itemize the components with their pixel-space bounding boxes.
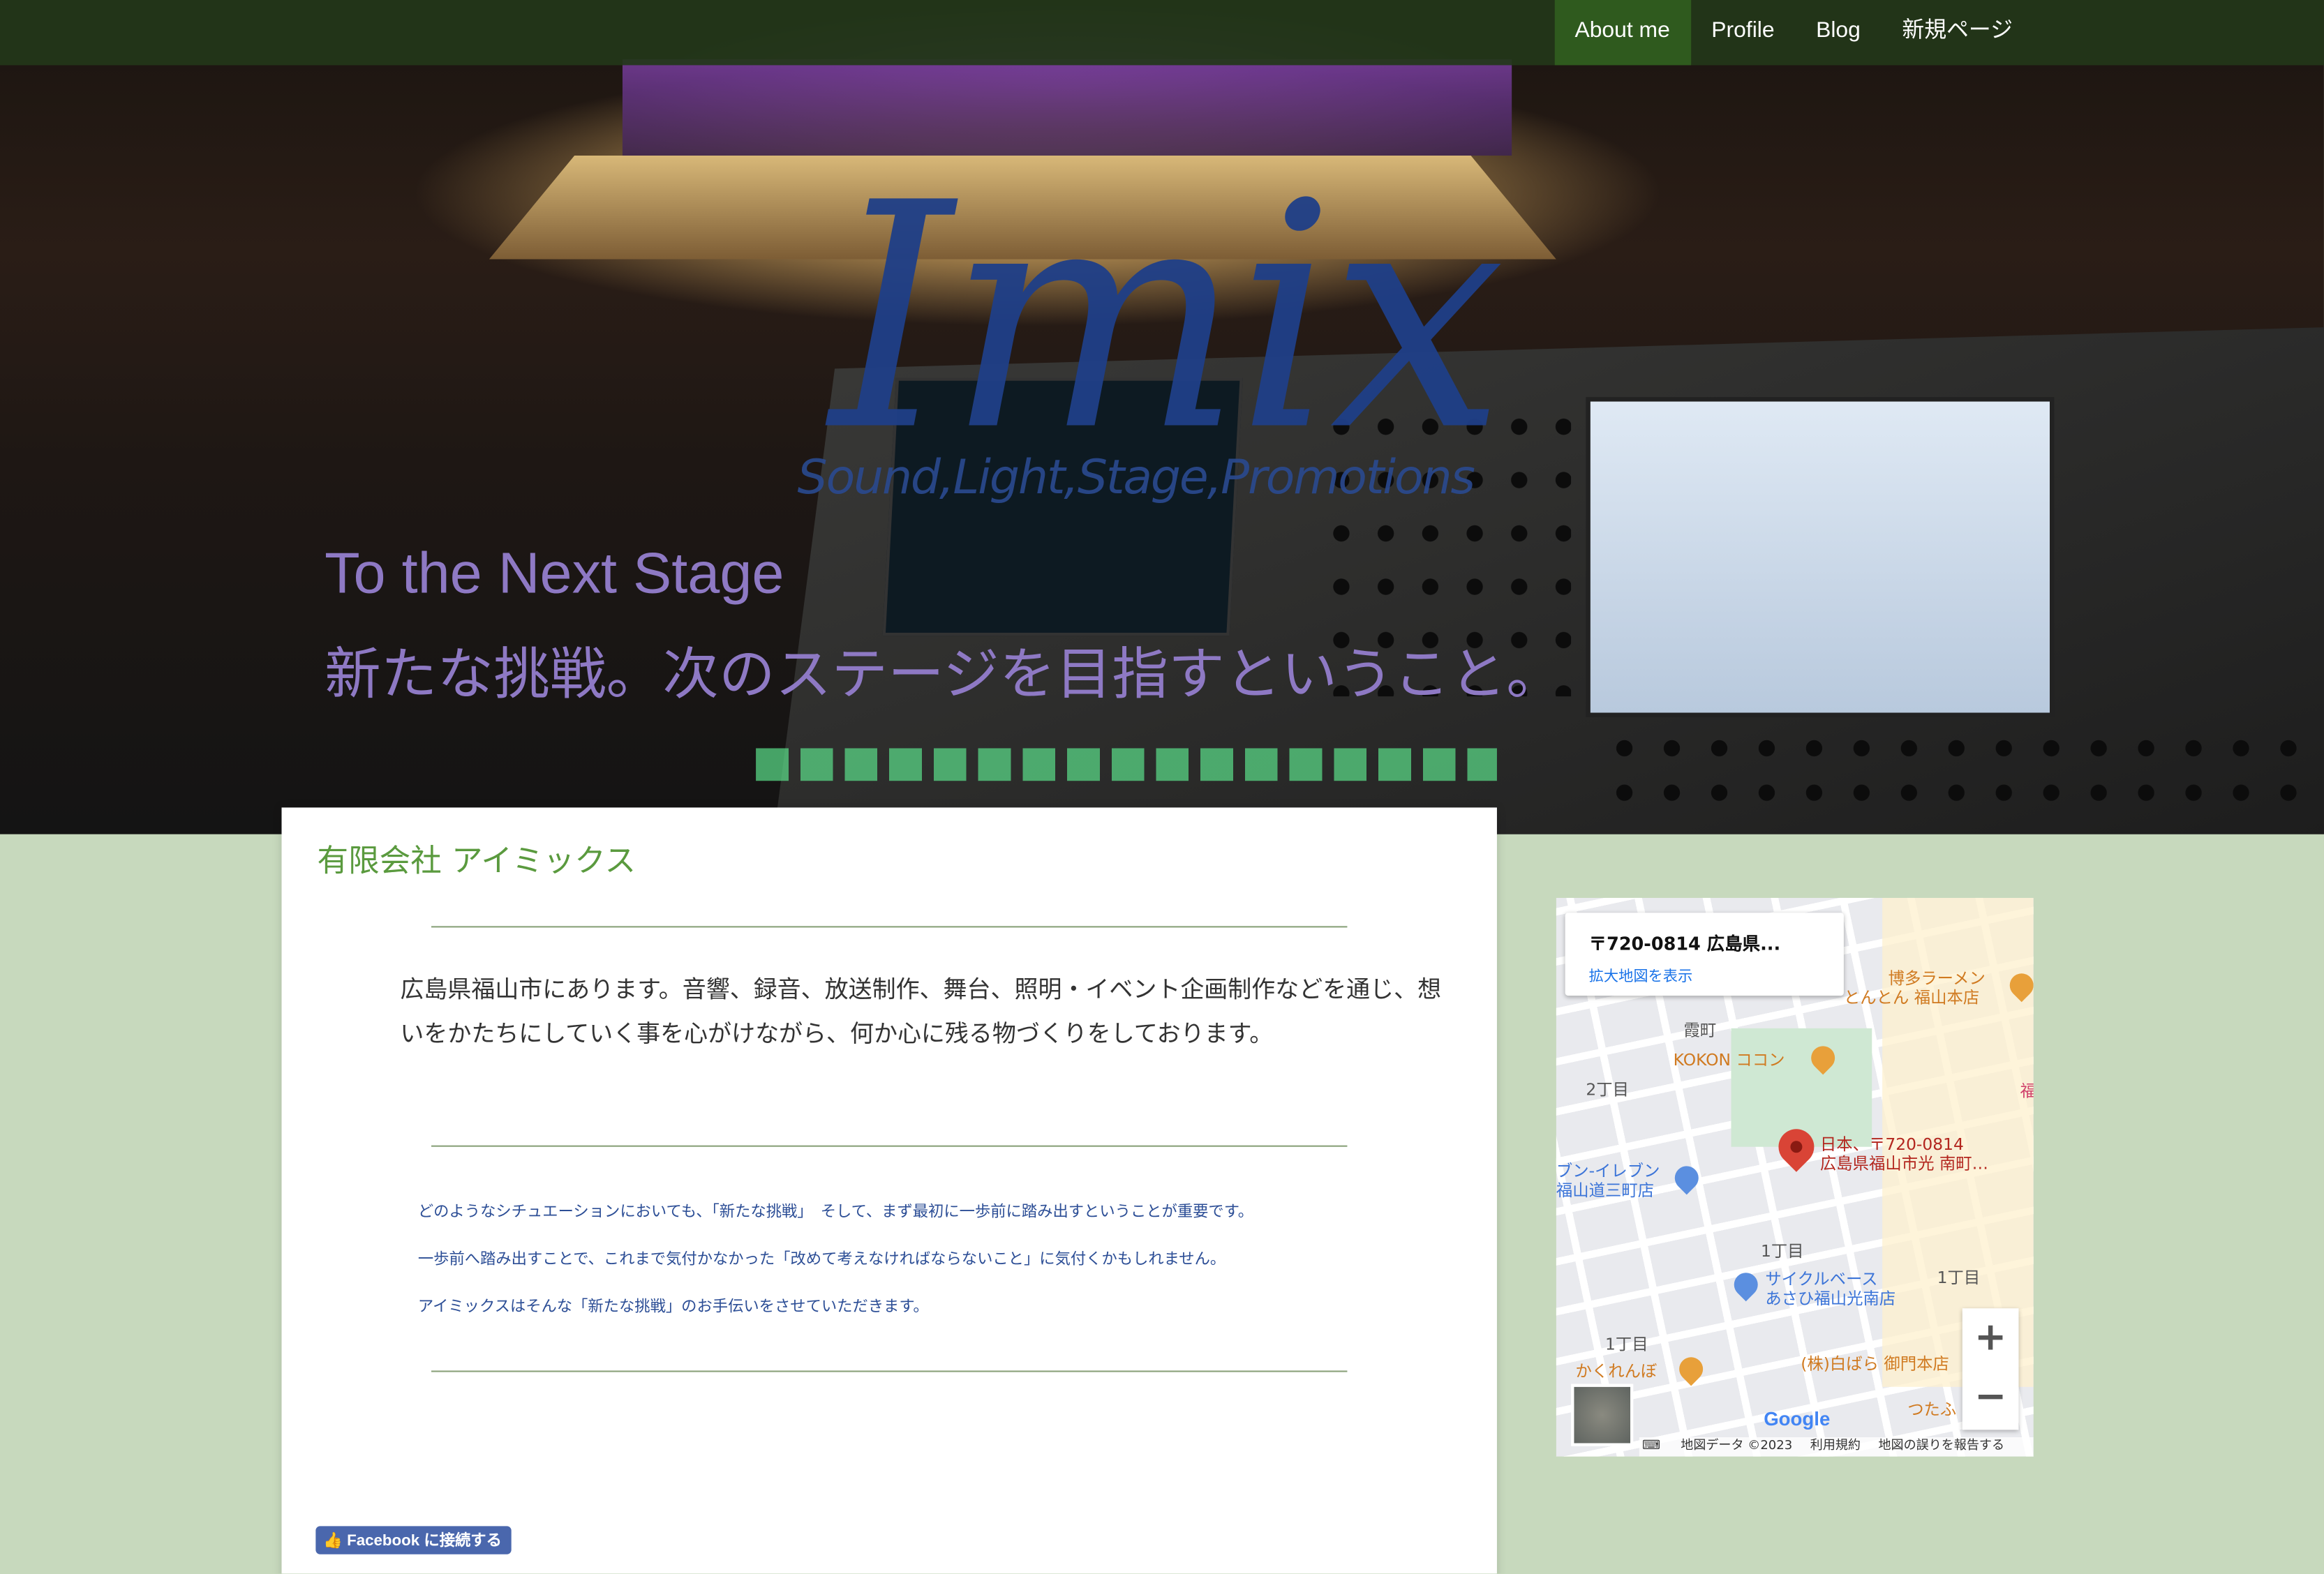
map-attribution: ⌨ 地図データ ©2023 利用規約 地図の誤りを報告する (1639, 1437, 2034, 1457)
terms-link[interactable]: 利用規約 (1810, 1437, 1861, 1457)
map-label[interactable]: KOKON ココン (1674, 1051, 1785, 1070)
map-label[interactable]: 福山道三町店 (1556, 1182, 1654, 1200)
divider (431, 1145, 1348, 1147)
facebook-connect-button[interactable]: 👍 Facebook に接続する (315, 1526, 511, 1554)
hero-banner: Imix Sound,Light,Stage,Promotions To the… (0, 0, 2324, 834)
page-title: 有限会社 アイミックス (317, 843, 636, 879)
view-larger-map-link[interactable]: 拡大地図を表示 (1589, 963, 1693, 985)
divider (431, 926, 1348, 928)
map-data-text: 地図データ ©2023 (1681, 1439, 1793, 1454)
paragraph: アイミックスはそんな「新たな挑戦」のお手伝いをさせていただきます。 (417, 1298, 929, 1316)
map-label: 福 (2020, 1082, 2034, 1100)
logo-tagline: Sound,Light,Stage,Promotions (797, 449, 1475, 506)
hero-heading-en: To the Next Stage (325, 542, 784, 606)
map-label[interactable]: あさひ福山光南店 (1765, 1290, 1895, 1308)
zoom-out-button[interactable]: − (1962, 1367, 2019, 1427)
google-logo: Google (1764, 1407, 1831, 1430)
map-zoom-controls: + − (1962, 1308, 2019, 1430)
map-label[interactable]: つたふ (1907, 1401, 1956, 1419)
hero-photo-leds (756, 748, 1497, 781)
map-label: 1丁目 (1937, 1268, 1981, 1288)
report-error-link[interactable]: 地図の誤りを報告する (1878, 1437, 2004, 1457)
map-label: 霞町 (1683, 1021, 1717, 1040)
main-content-card: 有限会社 アイミックス 広島県福山市にあります。音響、録音、放送制作、舞台、照明… (281, 807, 1497, 1574)
zoom-in-button[interactable]: + (1962, 1308, 2019, 1367)
satellite-toggle[interactable] (1571, 1384, 1634, 1446)
map-address-title: 〒720-0814 広島県... (1588, 933, 1781, 954)
facebook-button-label: Facebook に接続する (347, 1531, 502, 1550)
hero-photo-screen (1586, 397, 2055, 717)
thumbs-up-icon: 👍 (322, 1531, 343, 1550)
nav-blog[interactable]: Blog (1795, 0, 1881, 65)
google-map[interactable]: 〒720-0814 広島県... 拡大地図を表示 博多ラーメン とんとん 福山本… (1556, 897, 2034, 1457)
site-logo: Imix (830, 136, 1505, 500)
map-label[interactable]: かくれんぼ (1575, 1363, 1657, 1381)
map-label: 1丁目 (1760, 1241, 1804, 1261)
map-label[interactable]: サイクルベース (1765, 1271, 1877, 1289)
nav-about-me[interactable]: About me (1554, 0, 1691, 66)
map-label[interactable]: とんとん 福山本店 (1844, 989, 1979, 1007)
map-label: 1丁目 (1604, 1335, 1648, 1355)
map-label[interactable]: 博多ラーメン (1889, 970, 1986, 988)
intro-text: 広島県福山市にあります。音響、録音、放送制作、舞台、照明・イベント企画制作などを… (400, 975, 1442, 1048)
nav-new-page[interactable]: 新規ページ (1882, 0, 2034, 65)
map-label[interactable]: (株)白ばら 御門本店 (1801, 1355, 1949, 1373)
paragraph: 一歩前へ踏み出すことで、これまで気付かなかった「改めて考えなければならないこと」… (417, 1250, 1226, 1268)
paragraph: どのようなシチュエーションにおいても、「新たな挑戦」 そして、まず最初に一歩前に… (417, 1203, 1254, 1221)
nav-profile[interactable]: Profile (1691, 0, 1796, 65)
restaurant-icon[interactable] (1674, 1352, 1708, 1386)
map-info-box: 〒720-0814 広島県... 拡大地図を表示 (1565, 913, 1844, 996)
page: Imix Sound,Light,Stage,Promotions To the… (0, 0, 2324, 1574)
divider (431, 1370, 1348, 1372)
shopping-icon[interactable] (1729, 1268, 1763, 1302)
hero-photo-knobs (1600, 726, 2312, 816)
top-nav: About me Profile Blog 新規ページ (0, 0, 2324, 66)
map-label: 日本、〒720-0814 (1819, 1134, 1964, 1155)
hero-heading-jp: 新たな挑戦。次のステージを目指すということ。 (325, 641, 1563, 707)
keyboard-icon[interactable]: ⌨ (1642, 1437, 1660, 1457)
map-label: 広島県福山市光 南町… (1819, 1154, 1988, 1174)
store-icon[interactable] (1669, 1161, 1704, 1195)
map-label[interactable]: ブン-イレブン (1556, 1162, 1660, 1180)
map-label: 2丁目 (1586, 1080, 1629, 1100)
